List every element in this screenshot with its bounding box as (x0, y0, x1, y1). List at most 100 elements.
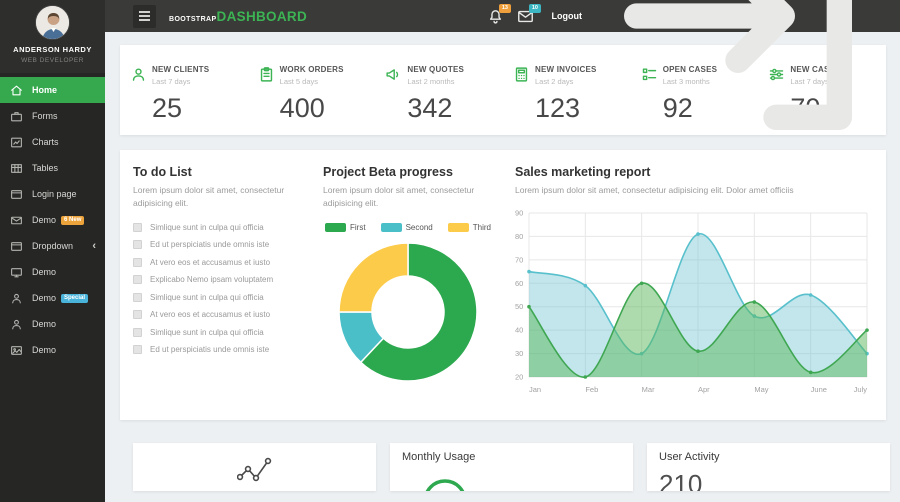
stat-period: Last 5 days (280, 77, 344, 86)
svg-text:May: May (754, 385, 768, 394)
sidebar-item-badge: Special (61, 294, 88, 303)
logout-button[interactable]: Logout (552, 0, 887, 168)
sidebar-item-label: Demo (32, 345, 56, 355)
legend-item-third: Third (448, 223, 491, 232)
todo-item[interactable]: Simlique sunt in culpa qui officia (133, 293, 305, 302)
stat-new-clients: NEW CLIENTSLast 7 days25 (120, 45, 248, 135)
chart-icon (10, 136, 23, 149)
todo-item-label: Ed ut perspiciatis unde omnis iste (150, 240, 269, 249)
logout-icon (582, 0, 886, 168)
sidebar-item-label: Demo (32, 267, 56, 277)
user-activity-title: User Activity (659, 451, 878, 463)
data-point (865, 328, 869, 332)
todo-item[interactable]: Explicabo Nemo ipsam voluptatem (133, 275, 305, 284)
sidebar-item-demo[interactable]: Demo Special (0, 285, 105, 311)
notifications-button[interactable]: 13 (487, 8, 504, 25)
topbar: BOOTSTRAP DASHBOARD 13 10 Logout (105, 0, 900, 32)
sidebar-item-demo[interactable]: Demo6 New (0, 207, 105, 233)
sidebar-item-dropdown[interactable]: Dropdown‹ (0, 233, 105, 259)
topbar-actions: 13 10 Logout (474, 0, 887, 168)
stat-period: Last 7 days (152, 77, 209, 86)
todo-checkbox[interactable] (133, 310, 142, 319)
sidebar: ANDERSON HARDY WEB DEVELOPER Home FormsCh… (0, 0, 105, 502)
todo-item-label: Ed ut perspiciatis unde omnis iste (150, 345, 269, 354)
svg-text:30: 30 (515, 349, 523, 358)
sidebar-item-login-page[interactable]: Login page (0, 181, 105, 207)
sidebar-item-label: Dropdown (32, 241, 73, 251)
menu-toggle-button[interactable] (133, 5, 156, 28)
notification-count-badge: 13 (499, 4, 510, 13)
sidebar-profile: ANDERSON HARDY WEB DEVELOPER (0, 0, 105, 73)
data-point (584, 284, 588, 288)
sidebar-item-charts[interactable]: Charts (0, 129, 105, 155)
avatar[interactable] (35, 5, 70, 40)
legend-swatch (325, 223, 346, 232)
sidebar-item-label: Demo (32, 293, 56, 303)
user-activity-panel: User Activity 210 (647, 443, 890, 491)
stat-label: NEW CLIENTS (152, 65, 209, 74)
todo-item-label: Simlique sunt in culpa qui officia (150, 223, 264, 232)
clipboard-icon (258, 66, 275, 83)
data-point (527, 305, 531, 309)
brand-logo[interactable]: BOOTSTRAP DASHBOARD (169, 9, 307, 24)
donut-chart (323, 237, 493, 392)
todo-checkbox[interactable] (133, 328, 142, 337)
svg-text:80: 80 (515, 232, 523, 241)
svg-text:Mar: Mar (642, 385, 655, 394)
svg-text:50: 50 (515, 302, 523, 311)
svg-text:60: 60 (515, 279, 523, 288)
svg-text:Apr: Apr (698, 385, 710, 394)
svg-text:July: July (854, 385, 868, 394)
legend-label: Second (406, 223, 433, 232)
stat-work-orders: WORK ORDERS Last 5 days 400 (248, 45, 376, 135)
sales-report-subtitle: Lorem ipsum dolor sit amet, consectetur … (515, 184, 876, 197)
data-point (809, 293, 813, 297)
svg-text:Feb: Feb (585, 385, 598, 394)
todo-item[interactable]: Simlique sunt in culpa qui officia (133, 223, 305, 232)
todo-checkbox[interactable] (133, 293, 142, 302)
svg-text:40: 40 (515, 325, 523, 334)
home-icon (10, 84, 23, 97)
todo-item-label: Simlique sunt in culpa qui officia (150, 328, 264, 337)
sidebar-item-label: Demo (32, 215, 56, 225)
todo-list: Simlique sunt in culpa qui officia Ed ut … (133, 223, 305, 355)
megaphone-icon (385, 66, 402, 83)
data-point (640, 281, 644, 285)
stat-label: WORK ORDERS (280, 65, 344, 74)
todo-checkbox[interactable] (133, 345, 142, 354)
image-icon (10, 344, 23, 357)
project-progress-title: Project Beta progress (323, 165, 493, 179)
todo-item[interactable]: At vero eos et accusamus et iusto (133, 310, 305, 319)
data-point (696, 349, 700, 353)
area-chart: 2030405060708090JanFebMarAprMayJuneJuly (515, 205, 876, 404)
todo-checkbox[interactable] (133, 258, 142, 267)
todo-checkbox[interactable] (133, 275, 142, 284)
data-point (584, 375, 588, 379)
monitor-icon (10, 266, 23, 279)
sidebar-item-demo[interactable]: Demo (0, 259, 105, 285)
sidebar-item-tables[interactable]: Tables (0, 155, 105, 181)
todo-item-label: At vero eos et accusamus et iusto (150, 258, 270, 267)
dashboard-card: To do List Lorem ipsum dolor sit amet, c… (120, 150, 886, 420)
briefcase-icon (10, 110, 23, 123)
messages-button[interactable]: 10 (517, 8, 534, 25)
todo-item[interactable]: At vero eos et accusamus et iusto (133, 258, 305, 267)
todo-checkbox[interactable] (133, 223, 142, 232)
todo-checkbox[interactable] (133, 240, 142, 249)
sidebar-item-home[interactable]: Home (0, 77, 105, 103)
todo-item-label: Explicabo Nemo ipsam voluptatem (150, 275, 273, 284)
todo-item[interactable]: Simlique sunt in culpa qui officia (133, 328, 305, 337)
browser-icon (10, 240, 23, 253)
legend-item-first: First (325, 223, 366, 232)
user-name: ANDERSON HARDY (0, 45, 105, 54)
sidebar-item-demo[interactable]: Demo (0, 311, 105, 337)
sidebar-item-label: Tables (32, 163, 58, 173)
todo-item[interactable]: Ed ut perspiciatis unde omnis iste (133, 345, 305, 354)
sidebar-item-forms[interactable]: Forms (0, 103, 105, 129)
sidebar-item-label: Home (32, 85, 57, 95)
todo-item[interactable]: Ed ut perspiciatis unde omnis iste (133, 240, 305, 249)
message-count-badge: 10 (529, 4, 540, 13)
stat-value: 400 (280, 93, 376, 124)
logout-label: Logout (552, 11, 583, 21)
sidebar-item-demo[interactable]: Demo (0, 337, 105, 363)
